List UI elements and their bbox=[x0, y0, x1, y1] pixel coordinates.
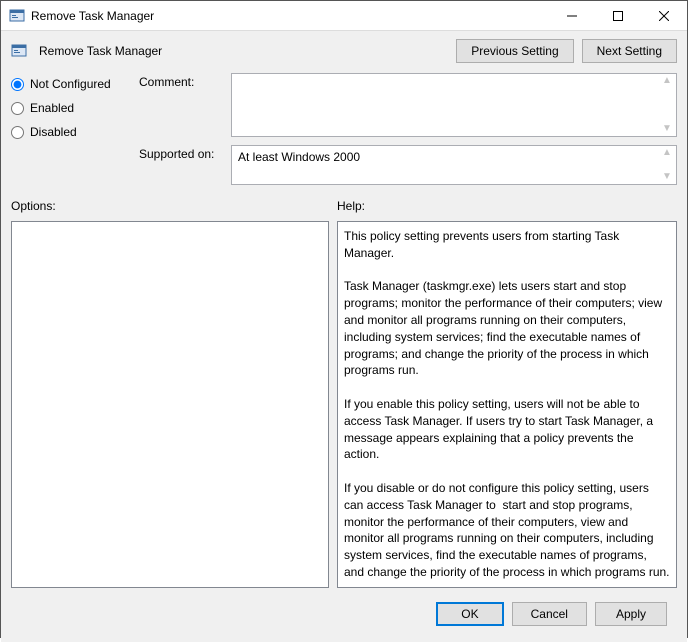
radio-not-configured-input[interactable] bbox=[11, 78, 24, 91]
close-button[interactable] bbox=[641, 1, 687, 31]
radio-not-configured[interactable]: Not Configured bbox=[11, 77, 131, 91]
policy-name-label: Remove Task Manager bbox=[39, 44, 162, 58]
supported-row: Supported on: At least Windows 2000 ▲▼ bbox=[139, 145, 677, 185]
dialog-footer: OK Cancel Apply bbox=[11, 594, 677, 634]
supported-on-value: At least Windows 2000 bbox=[238, 150, 360, 164]
options-panel bbox=[11, 221, 329, 588]
config-row: Not Configured Enabled Disabled Comment:… bbox=[11, 73, 677, 185]
minimize-button[interactable] bbox=[549, 1, 595, 31]
ok-button[interactable]: OK bbox=[436, 602, 503, 626]
previous-setting-button[interactable]: Previous Setting bbox=[456, 39, 573, 63]
radio-disabled[interactable]: Disabled bbox=[11, 125, 131, 139]
radio-not-configured-label: Not Configured bbox=[30, 77, 111, 91]
help-panel: This policy setting prevents users from … bbox=[337, 221, 677, 588]
comment-scrollbar[interactable]: ▲▼ bbox=[660, 76, 674, 134]
nav-buttons: Previous Setting Next Setting bbox=[456, 39, 677, 63]
comment-supported-column: Comment: ▲▼ Supported on: At least Windo… bbox=[139, 73, 677, 185]
apply-button[interactable]: Apply bbox=[595, 602, 667, 626]
radio-enabled-label: Enabled bbox=[30, 101, 74, 115]
comment-input[interactable]: ▲▼ bbox=[231, 73, 677, 137]
maximize-button[interactable] bbox=[595, 1, 641, 31]
options-label: Options: bbox=[11, 199, 337, 213]
cancel-button[interactable]: Cancel bbox=[512, 602, 587, 626]
panel-labels-row: Options: Help: bbox=[11, 199, 677, 213]
supported-label: Supported on: bbox=[139, 145, 225, 161]
policy-icon bbox=[11, 43, 27, 59]
state-radio-group: Not Configured Enabled Disabled bbox=[11, 73, 131, 139]
radio-disabled-input[interactable] bbox=[11, 126, 24, 139]
radio-enabled-input[interactable] bbox=[11, 102, 24, 115]
help-label: Help: bbox=[337, 199, 677, 213]
window-title: Remove Task Manager bbox=[31, 9, 549, 23]
title-bar: Remove Task Manager bbox=[1, 1, 687, 31]
comment-row: Comment: ▲▼ bbox=[139, 73, 677, 137]
comment-label: Comment: bbox=[139, 73, 225, 89]
next-setting-button[interactable]: Next Setting bbox=[582, 39, 677, 63]
radio-enabled[interactable]: Enabled bbox=[11, 101, 131, 115]
supported-scrollbar[interactable]: ▲▼ bbox=[660, 148, 674, 182]
radio-disabled-label: Disabled bbox=[30, 125, 77, 139]
policy-icon bbox=[9, 8, 25, 24]
dialog-window: Remove Task Manager Remove Task Manager … bbox=[0, 0, 688, 638]
supported-on-field: At least Windows 2000 ▲▼ bbox=[231, 145, 677, 185]
dialog-body: Remove Task Manager Previous Setting Nex… bbox=[1, 31, 687, 642]
panels-row: This policy setting prevents users from … bbox=[11, 221, 677, 588]
header-row: Remove Task Manager Previous Setting Nex… bbox=[11, 39, 677, 63]
policy-name: Remove Task Manager bbox=[11, 43, 456, 59]
